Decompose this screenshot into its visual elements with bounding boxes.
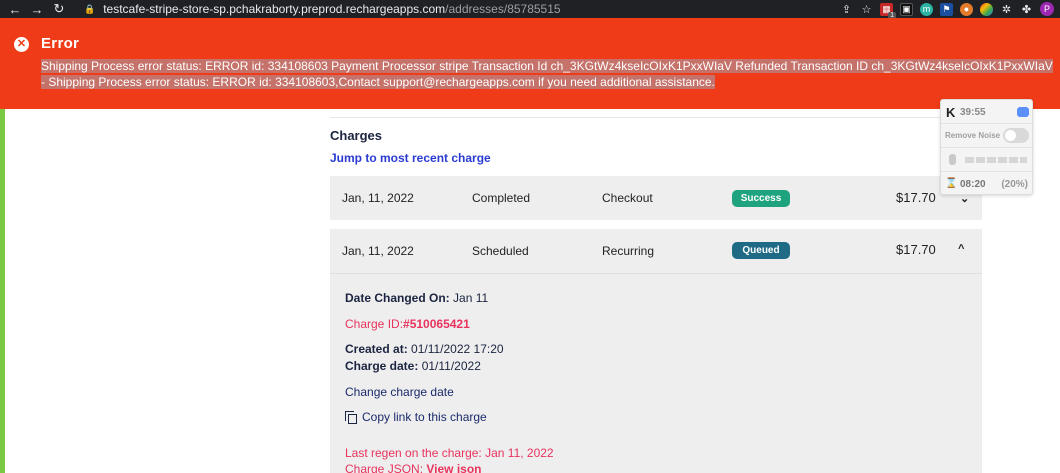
widget-mic-row	[941, 148, 1034, 172]
charge-date: Jan, 11, 2022	[342, 191, 414, 205]
hourglass-icon: ⌛	[945, 178, 958, 189]
widget-progress-row: ⌛ 08:20 (20%)	[941, 172, 1034, 196]
section-divider	[330, 117, 982, 118]
chevron-up-icon[interactable]: ^	[958, 243, 964, 255]
charge-json-label: Charge JSON:	[345, 462, 424, 473]
remove-noise-label: Remove Noise	[945, 131, 1001, 140]
mic-level-bar	[965, 157, 1027, 163]
status-badge: Queued	[732, 242, 790, 259]
charge-id-value[interactable]: #510065421	[403, 317, 470, 331]
copy-icon	[345, 411, 357, 424]
error-message: Shipping Process error status: ERROR id:…	[41, 58, 1053, 90]
reload-icon[interactable]: ↻	[48, 0, 70, 18]
charge-status: Scheduled	[472, 244, 529, 258]
k-logo-icon: K	[946, 105, 956, 120]
puzzle-extensions-icon[interactable]: ✤	[1020, 3, 1033, 16]
copy-charge-link-button[interactable]: Copy link to this charge	[345, 410, 487, 424]
color-extension-icon[interactable]	[980, 2, 993, 16]
created-at-value: 01/11/2022 17:20	[411, 342, 504, 356]
date-changed-line: Date Changed On: Jan 11	[345, 291, 488, 305]
charge-row[interactable]: Jan, 11, 2022 Scheduled Recurring Queued…	[330, 229, 982, 273]
url-host: testcafe-stripe-store-sp.pchakraborty.pr…	[103, 2, 446, 16]
extension-icon[interactable]: ▣	[900, 2, 913, 16]
microphone-icon[interactable]	[949, 154, 956, 165]
jump-to-recent-charge-link[interactable]: Jump to most recent charge	[330, 151, 491, 165]
error-message-text: Shipping Process error status: ERROR id:…	[41, 59, 1053, 89]
bookmark-star-icon[interactable]: ☆	[860, 3, 873, 16]
charge-amount: $17.70	[896, 242, 936, 257]
charge-type: Checkout	[602, 191, 653, 205]
charge-row[interactable]: Jan, 11, 2022 Completed Checkout Success…	[330, 176, 982, 220]
back-arrow-icon[interactable]: ←	[4, 0, 26, 18]
charge-status: Completed	[472, 191, 531, 205]
change-charge-date-link[interactable]: Change charge date	[345, 385, 454, 399]
widget-percent: (20%)	[1001, 179, 1028, 190]
error-banner: ✕ Error Shipping Process error status: E…	[0, 18, 1060, 109]
charge-details-panel: Date Changed On: Jan 11 Charge ID:#51006…	[330, 273, 982, 473]
charge-amount: $17.70	[896, 190, 936, 205]
widget-timer-row: K 39:55	[941, 100, 1034, 124]
flag-extension-icon[interactable]: ⚑	[940, 2, 953, 16]
remove-noise-toggle[interactable]	[1003, 128, 1029, 143]
widget-eta: 08:20	[960, 179, 986, 190]
charge-id-line: Charge ID:#510065421	[345, 317, 470, 331]
created-at-label: Created at:	[345, 342, 408, 356]
recorder-widget[interactable]: K 39:55 Remove Noise ⌛ 08:20 (20%)	[940, 99, 1034, 196]
date-changed-label: Date Changed On:	[345, 291, 450, 305]
forward-arrow-icon[interactable]: →	[26, 0, 48, 18]
profile-avatar[interactable]: P	[1040, 2, 1054, 16]
charges-heading: Charges	[330, 128, 383, 143]
charge-date-line: Charge date: 01/11/2022	[345, 359, 481, 373]
charge-json-line: Charge JSON: View json	[345, 462, 482, 473]
lock-icon: 🔒	[84, 3, 96, 14]
last-regen-text: Last regen on the charge: Jan 11, 2022	[345, 446, 554, 460]
calendar-extension-icon[interactable]: ▦ 1	[880, 2, 896, 20]
charge-type: Recurring	[602, 244, 655, 258]
widget-timer: 39:55	[960, 107, 986, 118]
settings-extension-icon[interactable]: ✲	[1000, 3, 1013, 16]
copy-link-label: Copy link to this charge	[362, 410, 487, 424]
error-close-icon[interactable]: ✕	[14, 37, 29, 52]
charge-date: Jan, 11, 2022	[342, 244, 414, 258]
status-badge: Success	[732, 190, 790, 207]
m-extension-icon[interactable]: m	[920, 2, 933, 16]
error-title: Error	[41, 35, 80, 52]
view-json-link[interactable]: View json	[426, 462, 481, 473]
url-path: /addresses/85785515	[445, 2, 561, 16]
camera-icon[interactable]	[1017, 107, 1029, 117]
charge-id-label: Charge ID:	[345, 317, 404, 331]
browser-toolbar: ← → ↻ 🔒 testcafe-stripe-store-sp.pchakra…	[0, 0, 1060, 20]
widget-noise-row: Remove Noise	[941, 124, 1034, 148]
cookie-extension-icon[interactable]: ●	[960, 2, 973, 16]
charge-date-value: 01/11/2022	[421, 359, 481, 373]
created-at-line: Created at: 01/11/2022 17:20	[345, 342, 504, 356]
address-bar[interactable]: 🔒 testcafe-stripe-store-sp.pchakraborty.…	[84, 0, 561, 18]
date-changed-value: Jan 11	[453, 291, 489, 305]
share-icon[interactable]: ⇪	[840, 3, 853, 16]
charge-date-label: Charge date:	[345, 359, 419, 373]
